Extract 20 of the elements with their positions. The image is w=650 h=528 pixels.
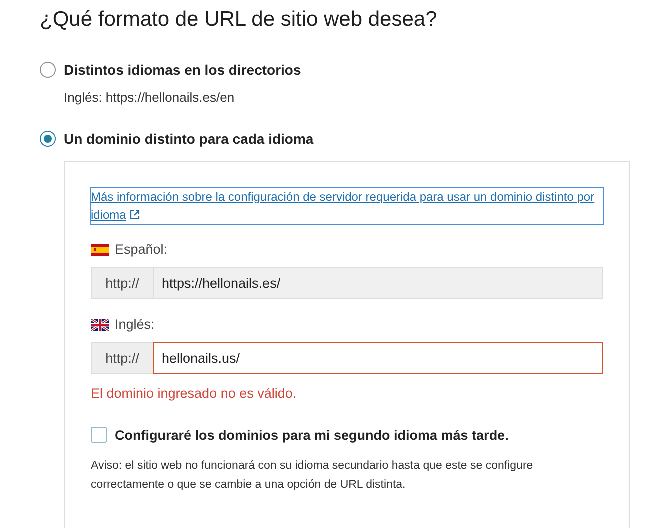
info-link[interactable]: Más información sobre la configuración de servidor requerida para usar un dominio distinto por idioma: [91, 188, 603, 224]
external-link-icon: [130, 210, 140, 220]
domain-input[interactable]: https://hellonails.es/: [153, 267, 603, 299]
protocol-addon: http://: [91, 342, 153, 374]
radio-button[interactable]: [40, 62, 56, 78]
radio-button[interactable]: [40, 131, 56, 147]
protocol-addon: http://: [91, 267, 153, 299]
option-hint: Inglés: https://hellonails.es/en: [64, 90, 236, 105]
option-label: Un dominio distinto para cada idioma: [64, 131, 314, 147]
flag-icon: [91, 244, 109, 256]
error-message: El dominio ingresado no es válido.: [91, 386, 298, 401]
checkbox-label: Configuraré los dominios para mi segundo idioma más tarde.: [115, 428, 509, 442]
notice-text: Aviso: el sitio web no funcionará con su idioma secundario hasta que este se configure correctamente o que se cambie a una opción de URL distinta.: [91, 459, 534, 493]
page-title: ¿Qué formato de URL de sitio web desea?: [40, 7, 438, 32]
checkbox[interactable]: [91, 427, 107, 443]
language-label: Español:: [115, 242, 168, 257]
flag-icon: [91, 318, 109, 330]
language-label: Inglés:: [115, 317, 155, 332]
domain-input[interactable]: hellonails.us/: [153, 342, 603, 374]
option-label: Distintos idiomas en los directorios: [64, 62, 302, 78]
